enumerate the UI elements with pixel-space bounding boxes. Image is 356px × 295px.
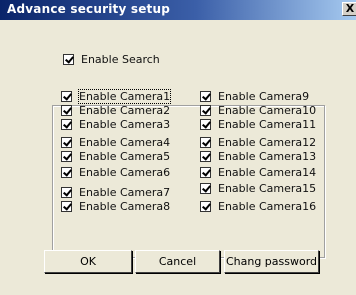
change-password-button[interactable]: Chang password — [224, 250, 319, 273]
camera-label: Enable Camera1 — [77, 88, 172, 104]
enable-camera6-checkbox[interactable]: Enable Camera6 — [61, 165, 170, 179]
enable-search-label: Enable Search — [81, 52, 160, 66]
camera-label: Enable Camera7 — [79, 185, 171, 199]
checkbox-checked-icon — [200, 166, 211, 178]
checkbox-checked-icon — [61, 136, 72, 148]
checkbox-checked-icon — [200, 118, 211, 130]
camera-label: Enable Camera16 — [218, 199, 317, 213]
checkbox-checked-icon — [200, 90, 211, 102]
checkbox-checked-icon — [61, 186, 72, 198]
enable-search-checkbox[interactable]: Enable Search — [63, 52, 160, 66]
camera-label: Enable Camera11 — [218, 117, 317, 131]
enable-camera1-checkbox[interactable]: Enable Camera1 — [61, 88, 172, 104]
enable-camera7-checkbox[interactable]: Enable Camera7 — [61, 185, 170, 199]
close-icon: X — [345, 2, 355, 15]
enable-camera2-checkbox[interactable]: Enable Camera2 — [61, 103, 170, 117]
checkbox-checked-icon — [200, 150, 211, 162]
camera-label: Enable Camera15 — [218, 181, 317, 195]
checkbox-checked-icon — [61, 104, 72, 116]
checkbox-checked-icon — [61, 150, 72, 162]
camera-label: Enable Camera3 — [79, 117, 171, 131]
camera-label: Enable Camera6 — [79, 165, 171, 179]
camera-label: Enable Camera4 — [79, 135, 171, 149]
checkbox-checked-icon — [61, 118, 72, 130]
enable-camera9-checkbox[interactable]: Enable Camera9 — [200, 89, 309, 103]
enable-camera4-checkbox[interactable]: Enable Camera4 — [61, 135, 170, 149]
enable-camera8-checkbox[interactable]: Enable Camera8 — [61, 199, 170, 213]
enable-camera12-checkbox[interactable]: Enable Camera12 — [200, 135, 316, 149]
enable-camera14-checkbox[interactable]: Enable Camera14 — [200, 165, 316, 179]
camera-label: Enable Camera12 — [218, 135, 317, 149]
camera-label: Enable Camera9 — [218, 89, 310, 103]
checkbox-checked-icon — [61, 90, 72, 102]
enable-camera15-checkbox[interactable]: Enable Camera15 — [200, 181, 316, 195]
camera-label: Enable Camera5 — [79, 149, 171, 163]
camera-label: Enable Camera10 — [218, 103, 317, 117]
checkbox-checked-icon — [200, 200, 211, 212]
enable-camera10-checkbox[interactable]: Enable Camera10 — [200, 103, 316, 117]
enable-camera5-checkbox[interactable]: Enable Camera5 — [61, 149, 170, 163]
ok-button[interactable]: OK — [44, 250, 132, 273]
window-title: Advance security setup — [7, 2, 171, 16]
camera-label: Enable Camera2 — [79, 103, 171, 117]
enable-camera16-checkbox[interactable]: Enable Camera16 — [200, 199, 316, 213]
checkbox-checked-icon — [63, 53, 74, 65]
dialog-body: Enable Search Enable Camera1 Enable Came… — [0, 20, 356, 295]
enable-camera13-checkbox[interactable]: Enable Camera13 — [200, 149, 316, 163]
cancel-button[interactable]: Cancel — [135, 250, 220, 273]
camera-label: Enable Camera8 — [79, 199, 171, 213]
enable-camera3-checkbox[interactable]: Enable Camera3 — [61, 117, 170, 131]
checkbox-checked-icon — [200, 182, 211, 194]
enable-camera11-checkbox[interactable]: Enable Camera11 — [200, 117, 316, 131]
checkbox-checked-icon — [200, 104, 211, 116]
checkbox-checked-icon — [61, 166, 72, 178]
close-button[interactable]: X — [342, 2, 356, 16]
title-bar: Advance security setup X — [0, 0, 356, 20]
checkbox-checked-icon — [200, 136, 211, 148]
checkbox-checked-icon — [61, 200, 72, 212]
camera-label: Enable Camera13 — [218, 149, 317, 163]
camera-label: Enable Camera14 — [218, 165, 317, 179]
